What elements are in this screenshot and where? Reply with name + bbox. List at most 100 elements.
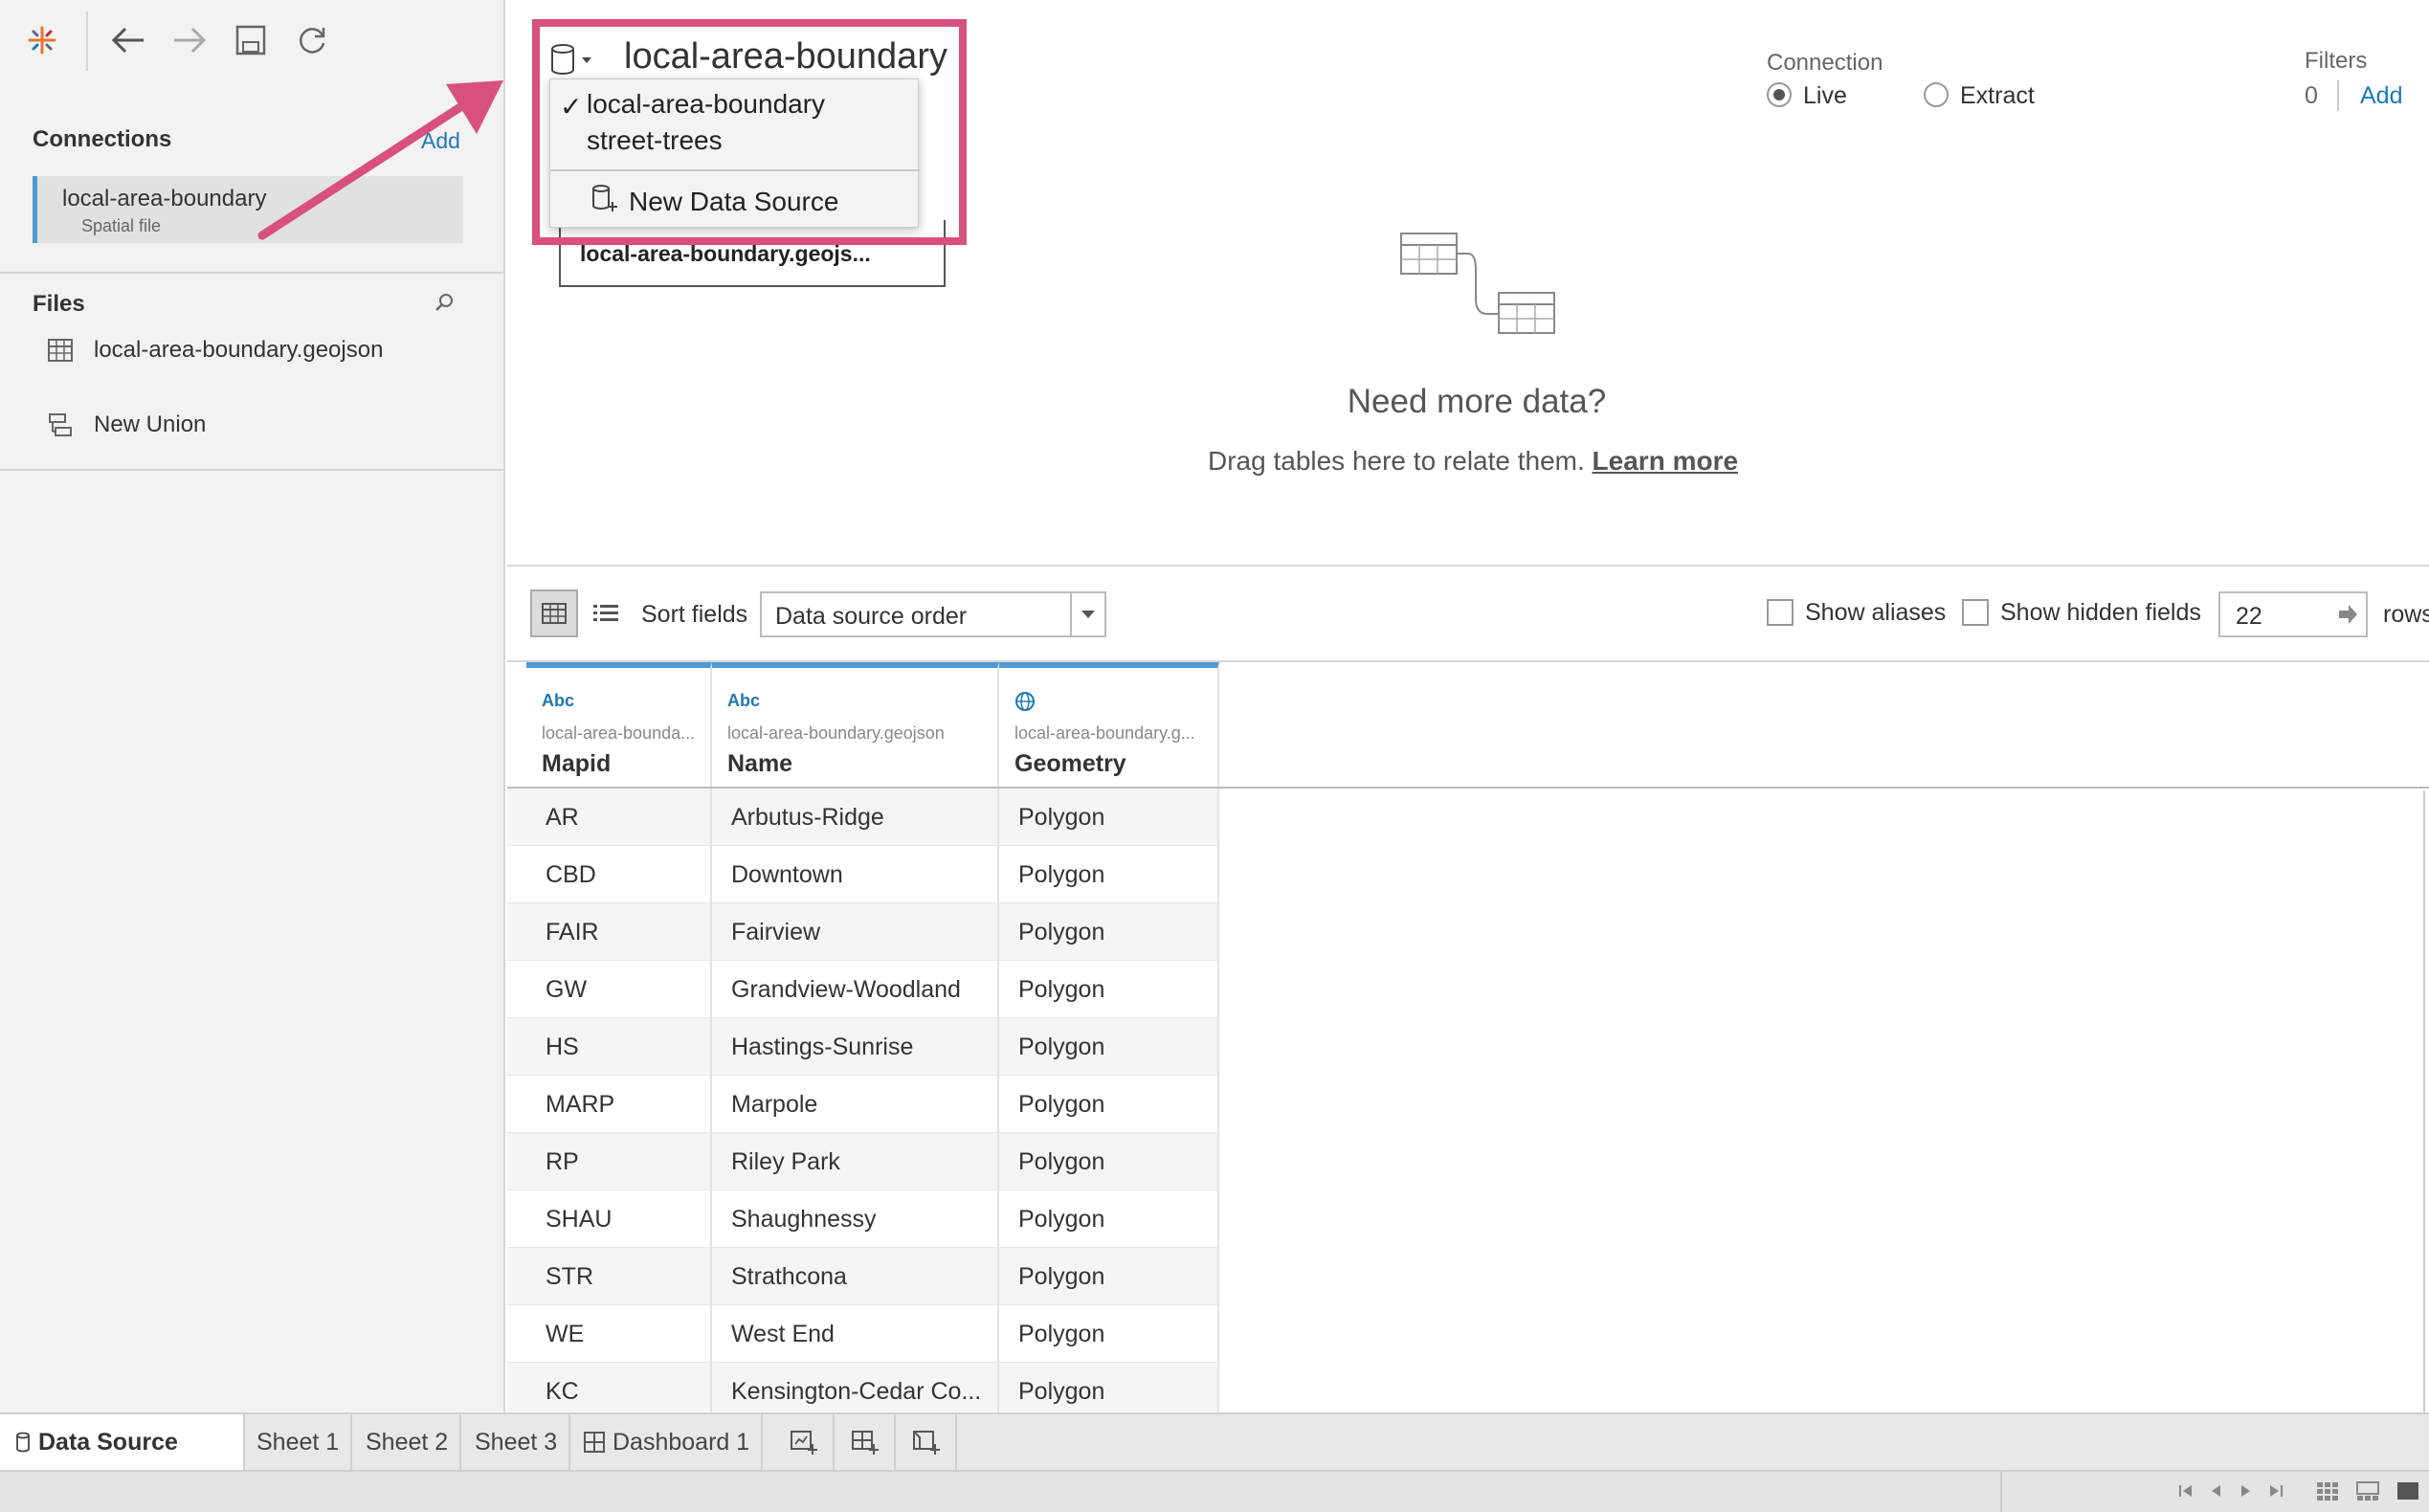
new-dashboard-icon[interactable]: [836, 1414, 896, 1470]
table-cell: Polygon: [999, 1363, 1219, 1420]
table-row: WE West End Polygon: [507, 1305, 1219, 1363]
table-cell: Marpole: [712, 1076, 999, 1133]
table-cell: GW: [507, 961, 712, 1018]
table-cell: AR: [507, 789, 712, 846]
file-label: local-area-boundary.geojson: [94, 337, 384, 363]
column-header-name[interactable]: Abc local-area-boundary.geojson Name: [712, 662, 999, 787]
sort-fields-select[interactable]: Data source order: [760, 591, 1106, 637]
table-cell: Polygon: [999, 1076, 1219, 1133]
search-icon[interactable]: [433, 291, 456, 314]
single-sheet-icon[interactable]: [2396, 1481, 2419, 1501]
tab-sheet-1[interactable]: Sheet 1: [245, 1414, 353, 1470]
table-cell: Downtown: [712, 846, 999, 903]
column-header-mapid[interactable]: Abc local-area-bounda... Mapid: [526, 662, 712, 787]
extract-radio[interactable]: [1924, 82, 1949, 107]
table-cell: Polygon: [999, 1305, 1219, 1363]
table-cell: STR: [507, 1248, 712, 1305]
table-cell: MARP: [507, 1076, 712, 1133]
string-type-icon[interactable]: Abc: [542, 691, 574, 711]
filters-separator: [2337, 80, 2339, 111]
new-story-icon[interactable]: [898, 1414, 957, 1470]
tab-label: Dashboard 1: [613, 1428, 750, 1456]
status-bar: [0, 1470, 2429, 1512]
connection-label: Connection: [1767, 50, 1883, 76]
globe-icon[interactable]: [1014, 691, 1036, 712]
back-icon[interactable]: [107, 19, 149, 61]
table-cell: Shaughnessy: [712, 1190, 999, 1248]
table-cell: Polygon: [999, 789, 1219, 846]
need-more-data-heading: Need more data?: [1347, 383, 1607, 420]
union-icon: [48, 412, 73, 437]
table-cell: West End: [712, 1305, 999, 1363]
table-row: GW Grandview-Woodland Polygon: [507, 961, 1219, 1018]
datasource-icon: [15, 1432, 31, 1453]
column-source: local-area-boundary.geojson: [727, 723, 945, 743]
tab-label: Sheet 1: [256, 1428, 340, 1456]
column-source: local-area-boundary.g...: [1014, 723, 1195, 743]
data-grid: Abc local-area-bounda... Mapid Abc local…: [507, 662, 2429, 1420]
live-radio[interactable]: [1767, 82, 1792, 107]
table-cell: Riley Park: [712, 1133, 999, 1190]
toolbar-separator: [86, 11, 88, 71]
file-item[interactable]: local-area-boundary.geojson: [48, 331, 383, 369]
table-row: HS Hastings-Sunrise Polygon: [507, 1018, 1219, 1076]
list-view-icon[interactable]: [582, 589, 630, 637]
grid-view-icon[interactable]: [530, 589, 578, 637]
tab-sheet-3[interactable]: Sheet 3: [463, 1414, 571, 1470]
show-aliases-checkbox[interactable]: [1767, 599, 1794, 626]
table-row: KC Kensington-Cedar Co... Polygon: [507, 1363, 1219, 1420]
sort-fields-value: Data source order: [775, 603, 968, 630]
string-type-icon[interactable]: Abc: [727, 691, 760, 711]
tab-dashboard-1[interactable]: Dashboard 1: [572, 1414, 764, 1470]
connection-name: local-area-boundary: [62, 186, 267, 211]
show-hidden-fields-label: Show hidden fields: [2000, 599, 2201, 626]
annotation-arrow: [257, 80, 503, 240]
table-cell: Arbutus-Ridge: [712, 789, 999, 846]
sort-fields-label: Sort fields: [641, 601, 748, 628]
next-page-icon[interactable]: [2240, 1483, 2253, 1499]
panel-divider: [0, 469, 505, 471]
table-cell: Polygon: [999, 1018, 1219, 1076]
dashboard-icon: [584, 1432, 605, 1453]
show-hidden-fields-checkbox[interactable]: [1962, 599, 1989, 626]
column-name: Name: [727, 750, 793, 777]
grid-scroll-edge: [2423, 790, 2425, 1412]
table-row: FAIR Fairview Polygon: [507, 903, 1219, 961]
tableau-logo-icon[interactable]: [21, 19, 63, 61]
forward-icon[interactable]: [168, 19, 211, 61]
extract-label: Extract: [1960, 82, 2035, 109]
table-row: CBD Downtown Polygon: [507, 846, 1219, 903]
new-worksheet-icon[interactable]: [775, 1414, 835, 1470]
filmstrip-icon[interactable]: [2356, 1481, 2379, 1501]
panel-divider: [0, 272, 505, 274]
tab-sheet-2[interactable]: Sheet 2: [354, 1414, 462, 1470]
last-page-icon[interactable]: [2268, 1483, 2284, 1499]
refresh-icon[interactable]: [291, 19, 333, 61]
column-header-geometry[interactable]: local-area-boundary.g... Geometry: [999, 662, 1219, 787]
table-cell: CBD: [507, 846, 712, 903]
prev-page-icon[interactable]: [2209, 1483, 2222, 1499]
table-row: STR Strathcona Polygon: [507, 1248, 1219, 1305]
table-cell: Polygon: [999, 903, 1219, 961]
column-name: Mapid: [542, 750, 612, 777]
sheet-sorter-icon[interactable]: [2316, 1481, 2339, 1501]
rows-input[interactable]: 22: [2218, 591, 2368, 637]
new-union-item[interactable]: New Union: [48, 406, 206, 444]
tab-data-source[interactable]: Data Source: [0, 1414, 245, 1470]
table-cell: RP: [507, 1133, 712, 1190]
column-source: local-area-bounda...: [542, 723, 696, 743]
first-page-icon[interactable]: [2178, 1483, 2194, 1499]
chevron-down-icon[interactable]: [1070, 593, 1104, 635]
rows-label: rows: [2383, 601, 2429, 628]
status-separator: [2000, 1472, 2002, 1512]
learn-more-link[interactable]: Learn more: [1593, 446, 1739, 476]
new-union-label: New Union: [94, 411, 207, 437]
table-row: MARP Marpole Polygon: [507, 1076, 1219, 1133]
filters-add-link[interactable]: Add: [2360, 82, 2402, 110]
arrow-right-icon[interactable]: [2337, 603, 2358, 626]
tab-label: Sheet 2: [366, 1428, 449, 1456]
sheet-tab-bar: Data Source Sheet 1 Sheet 2 Sheet 3 Dash…: [0, 1412, 2429, 1470]
table-cell: Kensington-Cedar Co...: [712, 1363, 999, 1420]
save-icon[interactable]: [230, 19, 272, 61]
show-aliases-label: Show aliases: [1805, 599, 1947, 626]
